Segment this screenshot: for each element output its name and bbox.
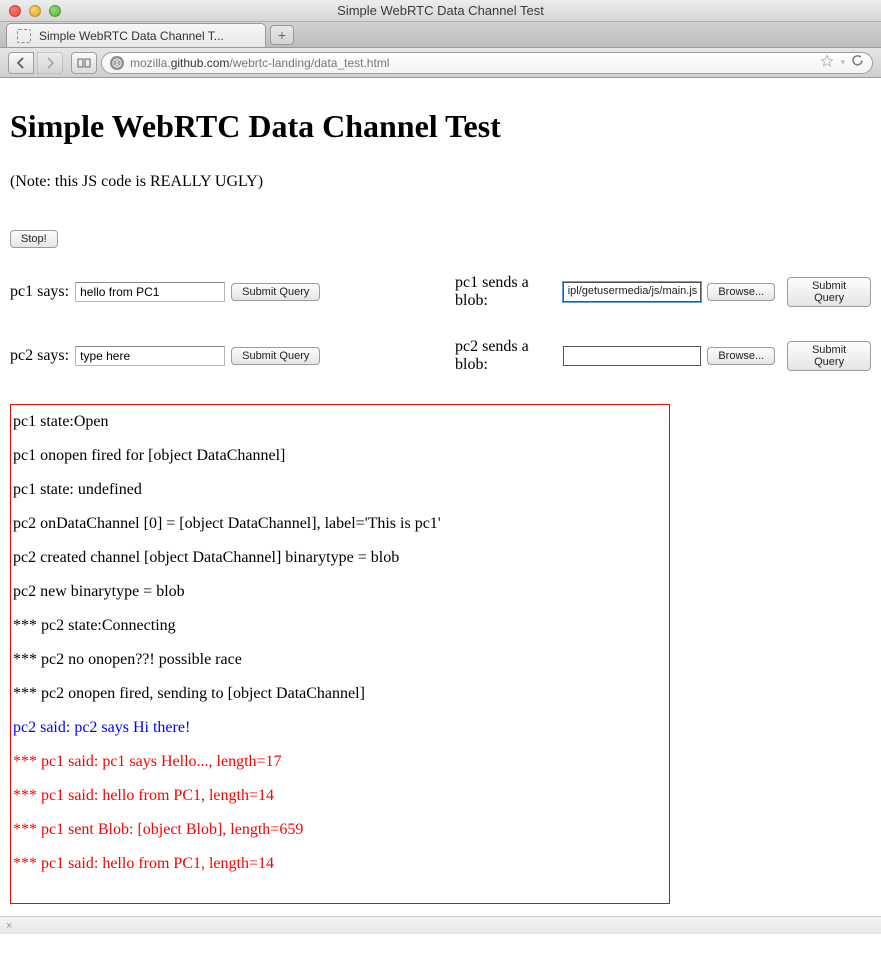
browser-tab[interactable]: Simple WebRTC Data Channel T... [6, 23, 266, 47]
stop-button[interactable]: Stop! [10, 230, 58, 248]
pc2-blob-file-display[interactable] [563, 346, 702, 366]
log-line: pc2 new binarytype = blob [13, 575, 667, 609]
log-line: *** pc1 said: pc1 says Hello..., length=… [13, 745, 667, 779]
log-line: pc1 state:Open [13, 405, 667, 439]
globe-icon [110, 56, 124, 70]
dropdown-marker-icon[interactable]: ▾ [840, 57, 845, 68]
new-tab-button[interactable]: + [270, 25, 294, 45]
log-line: *** pc2 no onopen??! possible race [13, 643, 667, 677]
pc2-says-cell: pc2 says: Submit Query [10, 346, 445, 366]
forward-button[interactable] [37, 52, 63, 74]
url-bar[interactable]: mozilla.github.com/webrtc-landing/data_t… [101, 52, 873, 74]
pc1-says-submit[interactable]: Submit Query [231, 283, 320, 301]
tab-groups-button[interactable] [71, 52, 97, 74]
window-titlebar: Simple WebRTC Data Channel Test [0, 0, 881, 22]
page-note: (Note: this JS code is REALLY UGLY) [10, 173, 871, 191]
window-title: Simple WebRTC Data Channel Test [0, 3, 881, 18]
log-line: *** pc1 said: hello from PC1, length=14 [13, 779, 667, 813]
log-line: *** pc1 sent Blob: [object Blob], length… [13, 813, 667, 847]
navigation-toolbar: mozilla.github.com/webrtc-landing/data_t… [0, 48, 881, 78]
pc1-says-label: pc1 says: [10, 283, 69, 301]
tab-favicon [17, 29, 31, 43]
log-line: pc2 onDataChannel [0] = [object DataChan… [13, 507, 667, 541]
log-line: *** pc2 onopen fired, sending to [object… [13, 677, 667, 711]
log-line: *** pc1 said: hello from PC1, length=14 [13, 847, 667, 881]
pc2-says-label: pc2 says: [10, 347, 69, 365]
log-line: *** pc2 state:Connecting [13, 609, 667, 643]
status-bar: × [0, 916, 881, 934]
log-line: pc1 onopen fired for [object DataChannel… [13, 439, 667, 473]
page-content: Simple WebRTC Data Channel Test (Note: t… [0, 78, 881, 916]
log-line: pc2 said: pc2 says Hi there! [13, 711, 667, 745]
pc1-blob-file-display[interactable]: ipl/getusermedia/js/main.js [563, 282, 702, 302]
page-heading: Simple WebRTC Data Channel Test [10, 108, 871, 145]
pc2-says-input[interactable] [75, 346, 225, 366]
pc1-blob-cell: pc1 sends a blob: ipl/getusermedia/js/ma… [455, 274, 871, 310]
log-output[interactable]: pc1 state:Openpc1 onopen fired for [obje… [10, 404, 670, 904]
bookmark-star-icon[interactable] [820, 54, 834, 71]
reload-button[interactable] [851, 54, 864, 71]
url-text: mozilla.github.com/webrtc-landing/data_t… [130, 56, 389, 70]
pc1-blob-label: pc1 sends a blob: [455, 274, 557, 310]
log-line: pc1 state: undefined [13, 473, 667, 507]
log-line: pc2 created channel [object DataChannel]… [13, 541, 667, 575]
close-window-button[interactable] [9, 5, 21, 17]
zoom-window-button[interactable] [49, 5, 61, 17]
back-button[interactable] [8, 52, 34, 74]
statusbar-close-icon[interactable]: × [6, 920, 12, 932]
traffic-lights [0, 5, 61, 17]
pc1-blob-browse[interactable]: Browse... [707, 283, 775, 301]
pc1-says-cell: pc1 says: Submit Query [10, 282, 445, 302]
tab-title: Simple WebRTC Data Channel T... [39, 29, 224, 43]
pc2-blob-submit[interactable]: Submit Query [787, 341, 871, 371]
pc2-blob-label: pc2 sends a blob: [455, 338, 557, 374]
pc1-says-input[interactable] [75, 282, 225, 302]
pc2-says-submit[interactable]: Submit Query [231, 347, 320, 365]
tab-strip: Simple WebRTC Data Channel T... + [0, 22, 881, 48]
pc2-blob-browse[interactable]: Browse... [707, 347, 775, 365]
minimize-window-button[interactable] [29, 5, 41, 17]
pc2-blob-cell: pc2 sends a blob: Browse... Submit Query [455, 338, 871, 374]
pc1-blob-submit[interactable]: Submit Query [787, 277, 871, 307]
